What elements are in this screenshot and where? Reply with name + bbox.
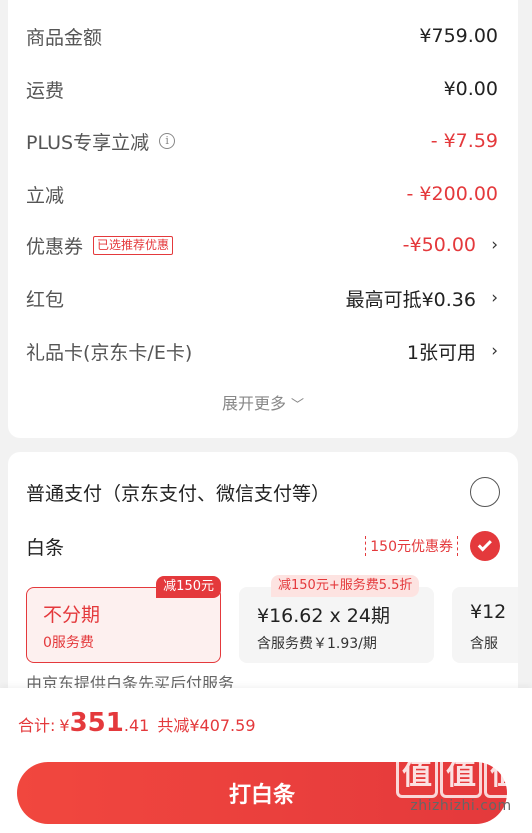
price-detail-card: 商品金额 ¥759.00 运费 ¥0.00 PLUS专享立减 i - ¥7.59… — [8, 0, 518, 438]
normal-payment-radio[interactable] — [470, 477, 500, 507]
plan-more-installments[interactable]: ¥12 含服 — [452, 587, 518, 663]
gift-card-row[interactable]: 礼品卡(京东卡/E卡) 1张可用 › — [26, 336, 498, 366]
total-label: 合计: — [18, 716, 56, 735]
shipping-row: 运费 ¥0.00 — [26, 74, 498, 104]
plan-subtitle: 含服务费￥1.93/期 — [257, 636, 377, 652]
coupon-value: -¥50.00 — [402, 234, 476, 256]
gift-card-label: 礼品卡(京东卡/E卡) — [26, 341, 193, 364]
plan-no-installment[interactable]: 减150元 不分期 0服务费 — [26, 576, 221, 663]
baitiao-label: 白条 — [26, 536, 65, 559]
goods-amount-value: ¥759.00 — [419, 25, 498, 47]
plan-badge: 减150元 — [156, 576, 221, 598]
goods-amount-label: 商品金额 — [26, 26, 103, 49]
total-saved: 共减¥407.59 — [157, 716, 256, 735]
chevron-right-icon: › — [491, 288, 498, 308]
expand-more-button[interactable]: 展开更多 ﹀ — [8, 390, 518, 414]
plan-subtitle: 0服务费 — [43, 635, 94, 651]
gift-card-value: 1张可用 — [406, 341, 476, 364]
normal-payment-label: 普通支付（京东支付、微信支付等） — [26, 482, 331, 505]
baitiao-coupon-tag: 150元优惠券 — [365, 536, 458, 556]
payment-method-card: 普通支付（京东支付、微信支付等） 白条 150元优惠券 减150元 不分期 0服… — [8, 452, 518, 702]
installment-plans: 减150元 不分期 0服务费 减150元+服务费5.5折 ¥16.62 x 24… — [26, 575, 518, 667]
total-integer: 351 — [69, 708, 124, 738]
normal-payment-option[interactable]: 普通支付（京东支付、微信支付等） — [26, 475, 500, 509]
red-packet-row[interactable]: 红包 最高可抵¥0.36 › — [26, 283, 498, 313]
plan-24-installments[interactable]: 减150元+服务费5.5折 ¥16.62 x 24期 含服务费￥1.93/期 — [239, 575, 434, 663]
shipping-value: ¥0.00 — [443, 78, 498, 100]
watermark-logo-text: 值 — [396, 752, 438, 798]
plan-title: ¥16.62 x 24期 — [257, 605, 390, 627]
expand-more-label: 展开更多 — [221, 394, 286, 413]
baitiao-selected-check-icon[interactable] — [470, 531, 500, 561]
coupon-label: 优惠券 — [26, 235, 84, 258]
order-total: 合计: ¥ 351 .41 共减¥407.59 — [18, 708, 256, 738]
chevron-down-icon: ﹀ — [291, 398, 305, 413]
plus-discount-label: PLUS专享立减 — [26, 131, 150, 154]
chevron-right-icon: › — [491, 341, 498, 361]
plan-title: ¥12 — [470, 601, 507, 623]
shipping-label: 运费 — [26, 79, 65, 102]
coupon-recommended-tag: 已选推荐优惠 — [93, 235, 174, 255]
total-decimal: .41 — [123, 716, 150, 735]
plan-title: 不分期 — [43, 604, 101, 626]
red-packet-label: 红包 — [26, 288, 65, 311]
coupon-row[interactable]: 优惠券 已选推荐优惠 -¥50.00 › — [26, 230, 498, 260]
red-packet-value: 最高可抵¥0.36 — [345, 288, 476, 311]
instant-discount-value: - ¥200.00 — [406, 183, 498, 205]
total-currency: ¥ — [59, 716, 70, 735]
plan-subtitle: 含服 — [470, 636, 498, 652]
instant-discount-row: 立减 - ¥200.00 — [26, 179, 498, 209]
plan-badge: 减150元+服务费5.5折 — [271, 575, 420, 597]
info-icon[interactable]: i — [159, 133, 176, 149]
plus-discount-row: PLUS专享立减 i - ¥7.59 — [26, 126, 498, 156]
baitiao-payment-option[interactable]: 白条 150元优惠券 — [26, 529, 500, 563]
instant-discount-label: 立减 — [26, 184, 65, 207]
watermark-url: zhizhizhi.com — [410, 798, 512, 814]
watermark-logo: 值 值 值 zhizhizhi.com — [396, 752, 526, 814]
goods-amount-row: 商品金额 ¥759.00 — [26, 21, 498, 51]
plus-discount-value: - ¥7.59 — [430, 130, 498, 152]
chevron-right-icon: › — [491, 235, 498, 255]
